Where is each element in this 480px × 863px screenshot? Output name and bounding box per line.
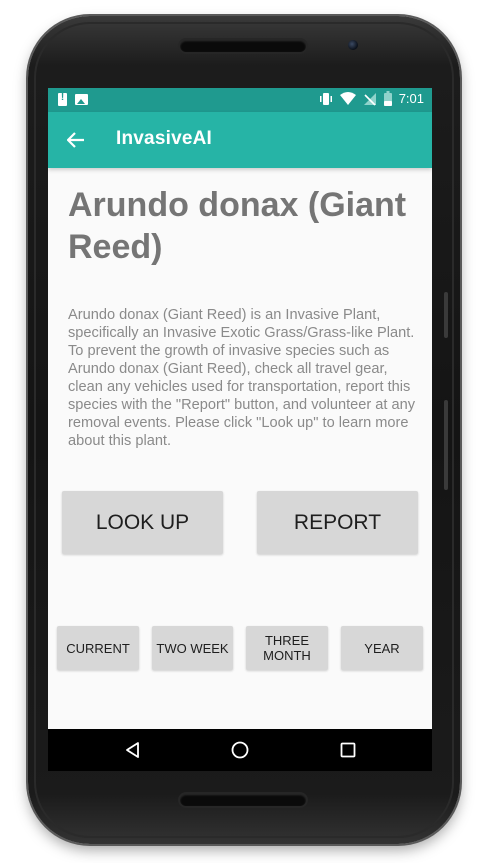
status-time: 7:01: [398, 91, 424, 106]
vibrate-icon: [319, 92, 332, 105]
back-button[interactable]: [62, 126, 90, 154]
nav-recents-button[interactable]: [318, 729, 378, 771]
volume-button: [444, 400, 448, 490]
two-week-button[interactable]: TWO WEEK: [152, 626, 233, 670]
alert-icon: [58, 92, 67, 106]
image-icon: [75, 94, 88, 105]
app-title: InvasiveAI: [116, 128, 212, 149]
bottom-speaker: [180, 794, 306, 806]
arrow-left-icon: [67, 132, 84, 148]
top-speaker: [180, 40, 306, 52]
navigation-bar: [48, 729, 432, 771]
plant-title: Arundo donax (Giant Reed): [68, 186, 407, 266]
screen: 7:01 InvasiveAI Arundo donax (Giant Reed…: [48, 88, 432, 771]
no-signal-icon: [363, 92, 376, 106]
plant-description: Arundo donax (Giant Reed) is an Invasive…: [68, 307, 416, 449]
nav-home-button[interactable]: [210, 729, 270, 771]
look-up-button[interactable]: LOOK UP: [62, 491, 223, 554]
front-camera: [348, 40, 358, 50]
nav-back-button[interactable]: [102, 729, 162, 771]
three-month-button[interactable]: THREE MONTH: [246, 626, 328, 670]
year-button[interactable]: YEAR: [341, 626, 423, 670]
current-button[interactable]: CURRENT: [57, 626, 139, 670]
report-button[interactable]: REPORT: [257, 491, 418, 554]
status-bar: 7:01: [48, 88, 432, 112]
wifi-icon: [339, 91, 356, 105]
recents-square-icon: [340, 742, 356, 758]
battery-icon: [383, 91, 392, 106]
power-button: [444, 292, 448, 338]
app-bar: InvasiveAI: [48, 112, 432, 168]
back-triangle-icon: [126, 742, 139, 758]
home-circle-icon: [231, 741, 249, 759]
